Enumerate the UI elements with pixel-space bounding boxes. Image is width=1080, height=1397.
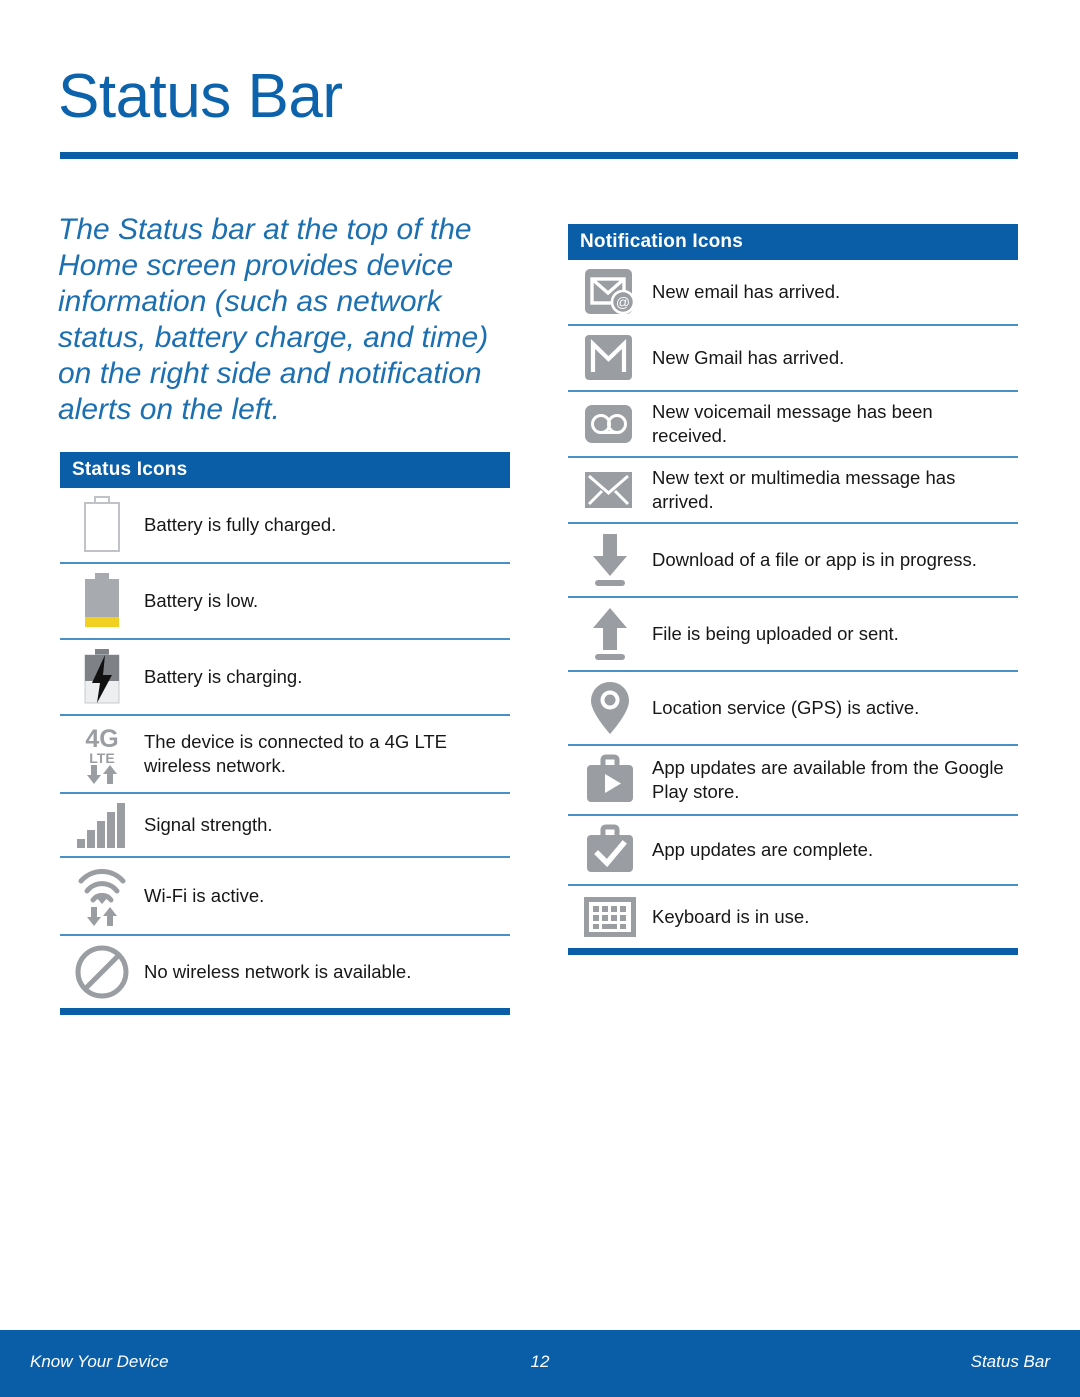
table-cell-text: No wireless network is available. (144, 961, 412, 982)
table-row: Battery is fully charged. (60, 488, 510, 564)
table-row: New text or multimedia message has arriv… (568, 458, 1018, 524)
new-voicemail-icon (568, 392, 652, 456)
table-cell-text: File is being uploaded or sent. (652, 623, 899, 644)
status-icons-table-header: Status Icons (60, 452, 510, 488)
table-cell-text: Battery is low. (144, 590, 259, 611)
table-cell-text: Battery is fully charged. (144, 514, 337, 535)
notification-icons-table-header: Notification Icons (568, 224, 1018, 260)
table-row: Battery is charging. (60, 640, 510, 716)
svg-text:LTE: LTE (89, 750, 114, 766)
update-complete-icon (568, 816, 652, 884)
table-row: App updates are available from the Googl… (568, 746, 1018, 816)
table-cell-text: Download of a file or app is in progress… (652, 549, 977, 570)
svg-text:@: @ (616, 294, 630, 310)
new-gmail-icon (568, 326, 652, 390)
table-row: 4G LTE The device is connected to a 4G L… (60, 716, 510, 794)
table-row: Wi-Fi is active. (60, 858, 510, 936)
no-network-icon (60, 936, 144, 1008)
table-cell-text: The device is connected to a 4G LTE wire… (144, 731, 448, 776)
status-icons-table: Status Icons Battery is fully charged. B… (60, 452, 510, 1015)
play-store-update-icon (568, 746, 652, 814)
table-cell-text: App updates are complete. (652, 839, 874, 860)
signal-strength-icon (60, 794, 144, 856)
table-row: Keyboard is in use. (568, 886, 1018, 948)
table-cell-text: Signal strength. (144, 814, 273, 835)
notification-icons-table: Notification Icons @ New email has arriv… (568, 224, 1018, 955)
svg-text:4G: 4G (85, 725, 118, 753)
title-divider (60, 152, 1018, 159)
table-cell-text: App updates are available from the Googl… (652, 757, 1004, 802)
intro-paragraph: The Status bar at the top of the Home sc… (58, 213, 489, 426)
upload-icon (568, 598, 652, 670)
table-cell-text: New email has arrived. (652, 281, 841, 302)
table-row: File is being uploaded or sent. (568, 598, 1018, 672)
wifi-active-icon (60, 858, 144, 934)
page-footer: Know Your Device 12 Status Bar (0, 1330, 1080, 1397)
battery-low-icon (60, 564, 144, 638)
table-cell-text: Keyboard is in use. (652, 906, 810, 927)
table-cell-text: Wi-Fi is active. (144, 885, 265, 906)
table-row: Battery is low. (60, 564, 510, 640)
table-row: App updates are complete. (568, 816, 1018, 886)
table-cell-text: Battery is charging. (144, 666, 303, 687)
table-cell-text: New text or multimedia message has arriv… (652, 467, 956, 512)
table-row: @ New email has arrived. (568, 260, 1018, 326)
footer-topic-label: Status Bar (970, 1352, 1050, 1371)
4g-lte-icon: 4G LTE (60, 716, 144, 792)
new-message-icon (568, 458, 652, 522)
table-cell-text: Location service (GPS) is active. (652, 697, 920, 718)
table-row: Location service (GPS) is active. (568, 672, 1018, 746)
page-title: Status Bar (58, 62, 343, 131)
table-row: New Gmail has arrived. (568, 326, 1018, 392)
table-cell-text: New Gmail has arrived. (652, 347, 845, 368)
battery-full-icon (60, 488, 144, 562)
battery-charging-icon (60, 640, 144, 714)
keyboard-icon (568, 886, 652, 948)
table-row: Download of a file or app is in progress… (568, 524, 1018, 598)
location-gps-icon (568, 672, 652, 744)
new-email-icon: @ (568, 260, 652, 324)
table-row: New voicemail message has been received. (568, 392, 1018, 458)
footer-page-number: 12 (530, 1352, 550, 1371)
download-icon (568, 524, 652, 596)
table-row: No wireless network is available. (60, 936, 510, 1008)
table-cell-text: New voicemail message has been received. (652, 401, 933, 446)
table-row: Signal strength. (60, 794, 510, 858)
